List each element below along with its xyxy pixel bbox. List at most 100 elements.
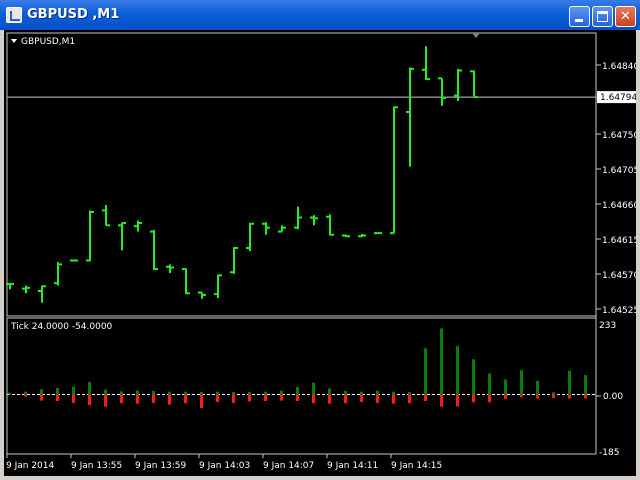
tick-bar-positive <box>456 346 459 395</box>
time-axis-label: 9 Jan 13:59 <box>135 461 187 471</box>
ohlc-bars <box>6 46 478 303</box>
tick-bar-positive <box>168 391 171 395</box>
time-axis-label: 9 Jan 14:07 <box>263 461 314 471</box>
tick-bar-positive <box>360 391 363 395</box>
tick-bar-negative <box>312 394 315 404</box>
tick-bar-negative <box>504 394 507 399</box>
tick-bar-negative <box>40 394 43 401</box>
chart-canvas[interactable]: GBPUSD,M1 Tick 24.0000 -54.0000 233 0.00… <box>4 30 636 476</box>
tick-bar-positive <box>72 386 75 395</box>
tick-bar-positive <box>248 391 251 395</box>
tick-bar-negative <box>568 394 571 399</box>
chart-symbol-label: GBPUSD,M1 <box>21 37 75 47</box>
indicator-label: Tick 24.0000 -54.0000 <box>10 322 113 332</box>
tick-bar-negative <box>88 394 91 406</box>
tick-bar-positive <box>424 348 427 395</box>
tick-bar-positive <box>392 391 395 395</box>
time-axis-label: 9 Jan 14:15 <box>391 461 442 471</box>
tick-bar-negative <box>232 394 235 403</box>
maximize-button[interactable] <box>592 6 613 27</box>
main-chart-frame <box>6 32 597 317</box>
chart-shift-marker[interactable] <box>472 33 480 38</box>
time-axis-label: 9 Jan 14:03 <box>199 461 250 471</box>
tick-histogram <box>7 328 596 409</box>
close-icon: ✕ <box>620 9 631 24</box>
window-title: GBPUSD ,M1 <box>27 7 120 22</box>
tick-bar-negative <box>72 394 75 403</box>
tick-bar-positive <box>200 391 203 395</box>
time-axis-label: 9 Jan 2014 <box>6 461 54 471</box>
tick-bar-negative <box>520 394 523 398</box>
tick-bar-positive <box>88 382 91 395</box>
tick-bar-negative <box>360 394 363 402</box>
close-button[interactable]: ✕ <box>615 6 636 27</box>
title-bar[interactable]: GBPUSD ,M1 ✕ <box>0 0 640 30</box>
tick-bar-positive <box>232 392 235 395</box>
minimize-icon <box>575 19 583 22</box>
tick-bar-negative <box>328 394 331 404</box>
tick-bar-positive <box>552 392 555 395</box>
tick-bar-positive <box>264 391 267 395</box>
chart-window-icon[interactable] <box>6 7 22 23</box>
tick-bar-positive <box>488 373 491 395</box>
tick-bar-negative <box>472 394 475 403</box>
tick-bar-positive <box>104 389 107 395</box>
tick-bar-negative <box>216 394 219 402</box>
tick-bar-negative <box>488 394 491 403</box>
maximize-icon <box>597 11 608 22</box>
time-axis-label: 9 Jan 14:11 <box>327 461 378 471</box>
tick-bar-positive <box>24 391 27 395</box>
tick-bar-negative <box>280 394 283 401</box>
tick-bar-negative <box>408 394 411 404</box>
tick-bar-negative <box>168 394 171 405</box>
tick-bar-positive <box>376 390 379 395</box>
minimize-button[interactable] <box>569 6 590 27</box>
time-axis-label: 9 Jan 13:55 <box>71 461 122 471</box>
terminal-window: GBPUSD ,M1 ✕ GBPUSD,M1 Tick 24.0000 -54.… <box>0 0 640 480</box>
price-tick-label: 1.64660 <box>602 201 636 211</box>
tick-bar-negative <box>376 394 379 403</box>
price-tick-label: 1.64570 <box>602 271 636 281</box>
tick-bar-negative <box>344 394 347 404</box>
tick-bar-negative <box>248 394 251 402</box>
indicator-tick-label: -185 <box>599 448 619 458</box>
tick-bar-positive <box>56 388 59 395</box>
tick-bar-negative <box>440 394 443 407</box>
tick-bar-positive <box>584 375 587 395</box>
tick-bar-positive <box>344 390 347 395</box>
tick-bar-positive <box>504 379 507 395</box>
tick-bar-positive <box>120 391 123 395</box>
indicator-tick-label: 233 <box>599 321 616 331</box>
tick-bar-positive <box>440 328 443 395</box>
tick-bar-positive <box>328 388 331 395</box>
tick-bar-negative <box>152 394 155 403</box>
tick-bar-negative <box>24 394 27 397</box>
tick-bar-negative <box>296 394 299 402</box>
tick-bar-positive <box>312 382 315 395</box>
tick-bar-negative <box>424 394 427 402</box>
tick-bar-positive <box>472 359 475 395</box>
tick-bar-negative <box>392 394 395 404</box>
tick-bar-positive <box>136 390 139 395</box>
tick-bar-negative <box>200 394 203 409</box>
tick-bar-negative <box>456 394 459 407</box>
price-tick-label: 1.64840 <box>602 62 636 72</box>
current-price-badge-group: 1.64794 <box>597 91 636 104</box>
tick-bar-negative <box>584 394 587 399</box>
tick-bar-positive <box>8 392 11 395</box>
current-price-label: 1.64794 <box>600 93 636 103</box>
tick-bar-negative <box>120 394 123 404</box>
tick-bar-positive <box>40 389 43 395</box>
indicator-tick-label: 0.00 <box>603 392 623 402</box>
price-tick-label: 1.64705 <box>602 166 636 176</box>
tick-bar-negative <box>104 394 107 407</box>
tick-bar-positive <box>536 380 539 395</box>
tick-bar-negative <box>264 394 267 402</box>
tick-bar-negative <box>552 394 555 398</box>
chart-area[interactable]: GBPUSD,M1 Tick 24.0000 -54.0000 233 0.00… <box>4 30 636 476</box>
tick-bar-positive <box>216 391 219 395</box>
tick-bar-positive <box>280 390 283 395</box>
symbol-menu-icon[interactable] <box>11 39 17 43</box>
tick-bar-positive <box>568 370 571 395</box>
indicator-frame <box>6 317 597 455</box>
